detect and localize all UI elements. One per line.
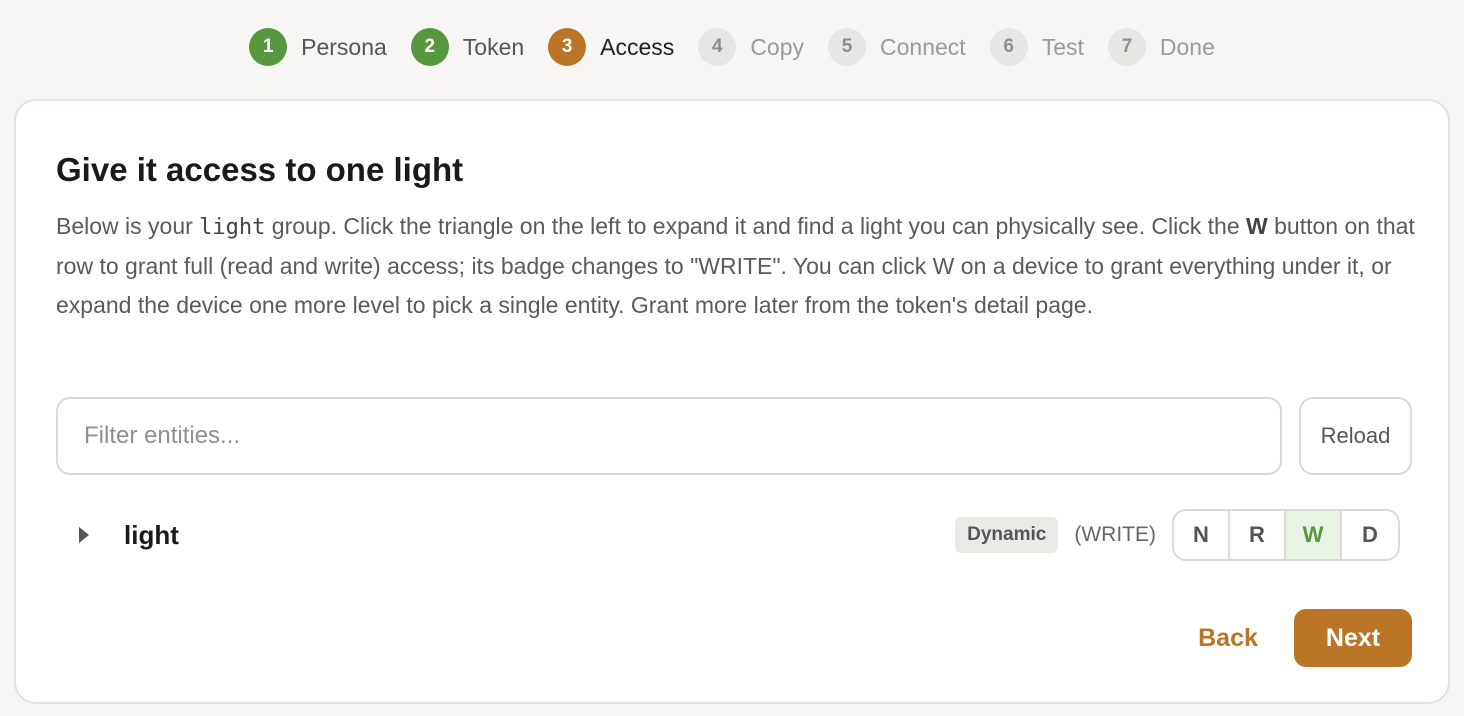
step-number: 6 [989, 28, 1028, 66]
desc-bold: W [1246, 213, 1268, 239]
step-done: 7 Done [1107, 28, 1215, 66]
step-label: Connect [880, 33, 966, 60]
desc-code: light [199, 215, 266, 240]
step-number: 7 [1107, 28, 1146, 66]
expand-toggle[interactable] [56, 509, 116, 561]
step-label: Test [1041, 33, 1084, 60]
step-label: Copy [750, 33, 805, 60]
access-card: Give it access to one light Below is you… [14, 99, 1450, 704]
filter-entities-input[interactable] [56, 397, 1282, 475]
step-access[interactable]: 3 Access [548, 28, 674, 66]
next-button[interactable]: Next [1294, 609, 1412, 667]
step-token[interactable]: 2 Token [410, 28, 525, 66]
step-number: 5 [828, 28, 867, 66]
desc-text: Below is your [56, 213, 200, 239]
step-number: 3 [548, 28, 587, 66]
access-deny-button[interactable]: D [1342, 511, 1398, 559]
card-title: Give it access to one light [56, 151, 464, 188]
access-button-group: N R W D [1172, 509, 1400, 561]
caret-right-icon [79, 527, 89, 543]
step-label: Done [1159, 33, 1215, 60]
entity-row: light Dynamic (WRITE) N R W D [56, 509, 1400, 561]
entity-controls: Dynamic (WRITE) N R W D [955, 509, 1400, 561]
entity-name: light [124, 519, 179, 550]
step-test: 6 Test [989, 28, 1084, 66]
step-label: Access [600, 33, 675, 60]
step-number: 2 [410, 28, 449, 66]
step-number: 4 [698, 28, 737, 66]
step-label: Token [462, 33, 525, 60]
step-copy: 4 Copy [698, 28, 804, 66]
dynamic-badge: Dynamic [955, 517, 1059, 553]
access-level-label: (WRITE) [1074, 523, 1156, 546]
access-none-button[interactable]: N [1174, 511, 1230, 559]
step-persona[interactable]: 1 Persona [249, 28, 387, 66]
reload-button[interactable]: Reload [1299, 397, 1412, 475]
access-read-button[interactable]: R [1230, 511, 1286, 559]
step-connect: 5 Connect [828, 28, 966, 66]
step-number: 1 [249, 28, 288, 66]
access-write-button[interactable]: W [1286, 511, 1342, 559]
wizard-stepper: 1 Persona 2 Token 3 Access 4 Copy 5 Conn… [0, 28, 1464, 66]
back-button[interactable]: Back [1176, 609, 1280, 667]
card-description: Below is your light group. Click the tri… [56, 207, 1416, 325]
step-label: Persona [301, 33, 387, 60]
desc-text: group. Click the triangle on the left to… [265, 213, 1247, 239]
